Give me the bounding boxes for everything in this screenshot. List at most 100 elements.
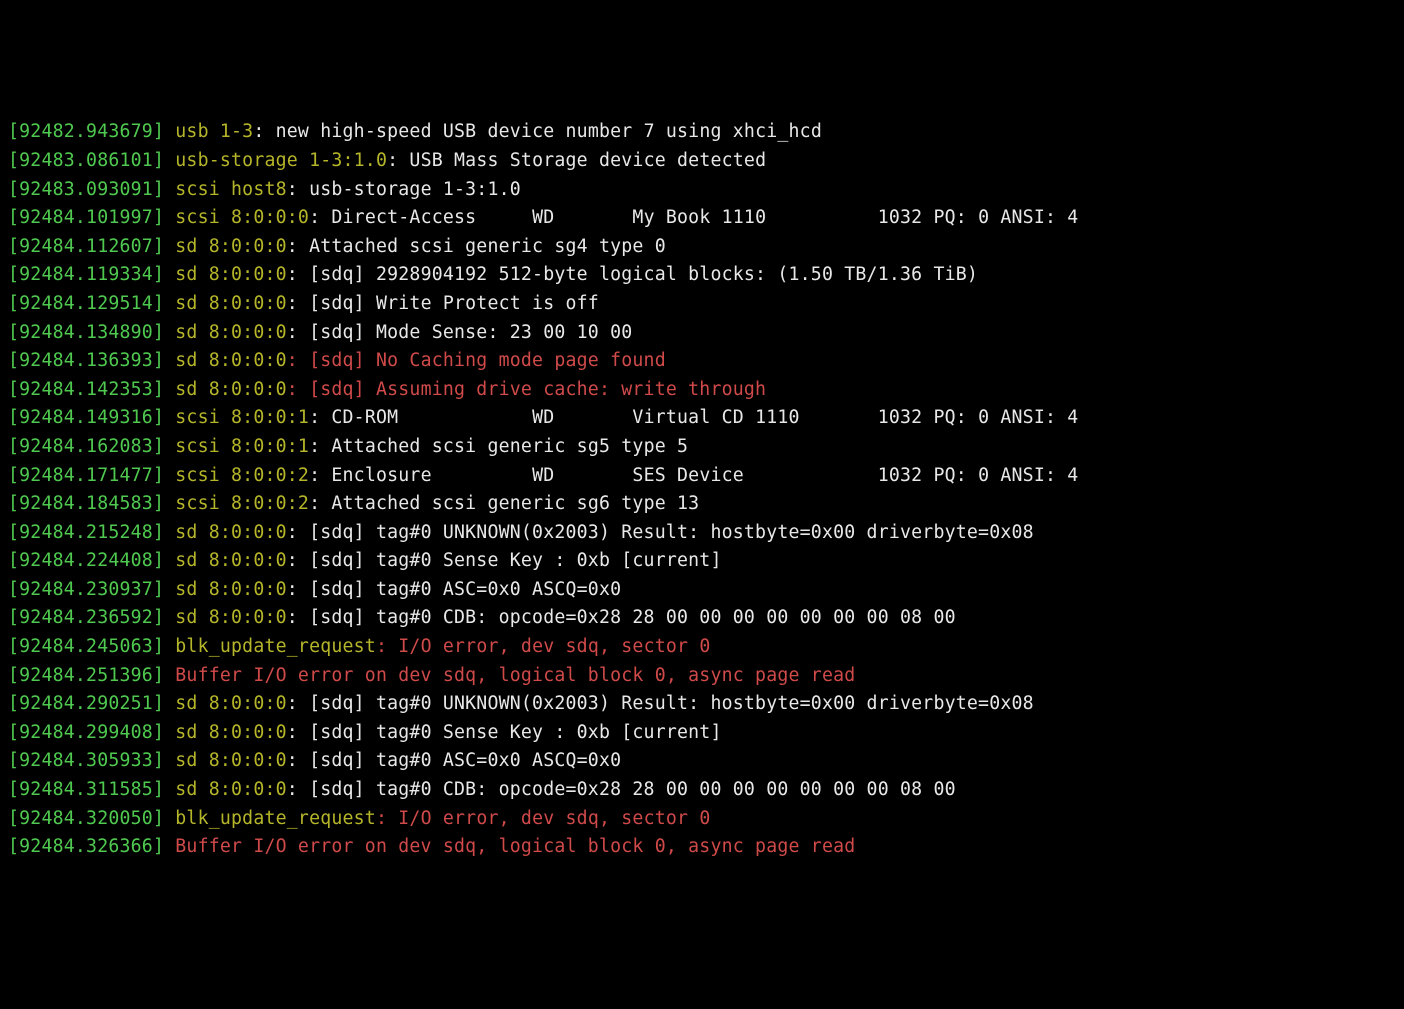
log-line: [92484.245063] blk_update_request: I/O e…: [8, 633, 1396, 662]
log-timestamp: [92484.305933]: [8, 750, 164, 771]
log-line: [92484.134890] sd 8:0:0:0: [sdq] Mode Se…: [8, 319, 1396, 348]
log-timestamp: [92484.326366]: [8, 836, 164, 857]
log-message: : Direct-Access WD My Book 1110 1032 PQ:…: [309, 207, 1078, 228]
log-message: : I/O error, dev sdq, sector 0: [376, 636, 711, 657]
log-line: [92484.299408] sd 8:0:0:0: [sdq] tag#0 S…: [8, 719, 1396, 748]
log-message: : [sdq] tag#0 CDB: opcode=0x28 28 00 00 …: [287, 607, 956, 628]
log-message: : [sdq] tag#0 Sense Key : 0xb [current]: [287, 550, 733, 571]
log-timestamp: [92484.236592]: [8, 607, 164, 628]
log-line: [92484.162083] scsi 8:0:0:1: Attached sc…: [8, 433, 1396, 462]
log-timestamp: [92484.184583]: [8, 493, 164, 514]
log-message: : usb-storage 1-3:1.0: [287, 179, 521, 200]
log-source: blk_update_request: [175, 808, 376, 829]
log-line: [92484.101997] scsi 8:0:0:0: Direct-Acce…: [8, 204, 1396, 233]
log-message: : Enclosure WD SES Device 1032 PQ: 0 ANS…: [309, 465, 1078, 486]
log-timestamp: [92484.171477]: [8, 465, 164, 486]
log-timestamp: [92482.943679]: [8, 121, 164, 142]
log-source: scsi 8:0:0:1: [175, 436, 309, 457]
log-line: [92484.171477] scsi 8:0:0:2: Enclosure W…: [8, 462, 1396, 491]
log-message: : USB Mass Storage device detected: [387, 150, 766, 171]
log-message: : [sdq] Assuming drive cache: write thro…: [287, 379, 766, 400]
log-timestamp: [92484.136393]: [8, 350, 164, 371]
log-message: Buffer I/O error on dev sdq, logical blo…: [175, 665, 855, 686]
log-source: sd 8:0:0:0: [175, 579, 287, 600]
log-line: [92484.311585] sd 8:0:0:0: [sdq] tag#0 C…: [8, 776, 1396, 805]
log-message: : CD-ROM WD Virtual CD 1110 1032 PQ: 0 A…: [309, 407, 1078, 428]
log-line: [92483.093091] scsi host8: usb-storage 1…: [8, 176, 1396, 205]
log-timestamp: [92484.290251]: [8, 693, 164, 714]
log-source: scsi 8:0:0:1: [175, 407, 309, 428]
log-source: sd 8:0:0:0: [175, 350, 287, 371]
log-source: sd 8:0:0:0: [175, 607, 287, 628]
log-source: usb 1-3: [175, 121, 253, 142]
log-source: sd 8:0:0:0: [175, 236, 287, 257]
log-timestamp: [92483.086101]: [8, 150, 164, 171]
log-timestamp: [92484.311585]: [8, 779, 164, 800]
log-timestamp: [92484.224408]: [8, 550, 164, 571]
log-source: scsi 8:0:0:2: [175, 493, 309, 514]
log-timestamp: [92484.142353]: [8, 379, 164, 400]
log-source: scsi host8: [175, 179, 287, 200]
log-message: : new high-speed USB device number 7 usi…: [253, 121, 822, 142]
log-timestamp: [92484.101997]: [8, 207, 164, 228]
log-timestamp: [92484.162083]: [8, 436, 164, 457]
log-source: sd 8:0:0:0: [175, 722, 287, 743]
log-message: : [sdq] tag#0 Sense Key : 0xb [current]: [287, 722, 733, 743]
log-line: [92484.129514] sd 8:0:0:0: [sdq] Write P…: [8, 290, 1396, 319]
log-line: [92484.184583] scsi 8:0:0:2: Attached sc…: [8, 490, 1396, 519]
log-message: : [sdq] tag#0 ASC=0x0 ASCQ=0x0: [287, 750, 622, 771]
log-timestamp: [92484.134890]: [8, 322, 164, 343]
log-source: usb-storage 1-3:1.0: [175, 150, 387, 171]
log-source: sd 8:0:0:0: [175, 322, 287, 343]
log-line: [92484.320050] blk_update_request: I/O e…: [8, 805, 1396, 834]
log-timestamp: [92484.251396]: [8, 665, 164, 686]
log-line: [92484.305933] sd 8:0:0:0: [sdq] tag#0 A…: [8, 747, 1396, 776]
log-message: : [sdq] tag#0 UNKNOWN(0x2003) Result: ho…: [287, 693, 1034, 714]
dmesg-log: [92482.943679] usb 1-3: new high-speed U…: [8, 118, 1396, 861]
log-line: [92484.142353] sd 8:0:0:0: [sdq] Assumin…: [8, 376, 1396, 405]
log-timestamp: [92484.215248]: [8, 522, 164, 543]
log-source: scsi 8:0:0:2: [175, 465, 309, 486]
log-source: blk_update_request: [175, 636, 376, 657]
log-timestamp: [92484.245063]: [8, 636, 164, 657]
log-line: [92484.230937] sd 8:0:0:0: [sdq] tag#0 A…: [8, 576, 1396, 605]
log-message: : [sdq] tag#0 CDB: opcode=0x28 28 00 00 …: [287, 779, 956, 800]
log-message: Buffer I/O error on dev sdq, logical blo…: [175, 836, 855, 857]
log-source: sd 8:0:0:0: [175, 750, 287, 771]
log-line: [92484.251396] Buffer I/O error on dev s…: [8, 662, 1396, 691]
log-line: [92484.215248] sd 8:0:0:0: [sdq] tag#0 U…: [8, 519, 1396, 548]
log-line: [92484.136393] sd 8:0:0:0: [sdq] No Cach…: [8, 347, 1396, 376]
log-timestamp: [92484.129514]: [8, 293, 164, 314]
log-timestamp: [92483.093091]: [8, 179, 164, 200]
log-message: : [sdq] Write Protect is off: [287, 293, 599, 314]
log-message: : Attached scsi generic sg6 type 13: [309, 493, 699, 514]
log-source: sd 8:0:0:0: [175, 264, 287, 285]
log-message: : [sdq] tag#0 UNKNOWN(0x2003) Result: ho…: [287, 522, 1034, 543]
log-source: sd 8:0:0:0: [175, 693, 287, 714]
log-source: sd 8:0:0:0: [175, 293, 287, 314]
log-source: sd 8:0:0:0: [175, 550, 287, 571]
log-message: : Attached scsi generic sg5 type 5: [309, 436, 688, 457]
log-timestamp: [92484.230937]: [8, 579, 164, 600]
log-timestamp: [92484.149316]: [8, 407, 164, 428]
log-source: sd 8:0:0:0: [175, 779, 287, 800]
log-line: [92484.112607] sd 8:0:0:0: Attached scsi…: [8, 233, 1396, 262]
log-message: : [sdq] tag#0 ASC=0x0 ASCQ=0x0: [287, 579, 622, 600]
log-line: [92484.224408] sd 8:0:0:0: [sdq] tag#0 S…: [8, 547, 1396, 576]
log-source: sd 8:0:0:0: [175, 522, 287, 543]
log-timestamp: [92484.112607]: [8, 236, 164, 257]
log-timestamp: [92484.299408]: [8, 722, 164, 743]
log-message: : [sdq] No Caching mode page found: [287, 350, 666, 371]
log-line: [92482.943679] usb 1-3: new high-speed U…: [8, 118, 1396, 147]
log-message: : Attached scsi generic sg4 type 0: [287, 236, 666, 257]
log-line: [92484.236592] sd 8:0:0:0: [sdq] tag#0 C…: [8, 604, 1396, 633]
log-timestamp: [92484.320050]: [8, 808, 164, 829]
log-message: : I/O error, dev sdq, sector 0: [376, 808, 711, 829]
log-source: scsi 8:0:0:0: [175, 207, 309, 228]
log-line: [92484.149316] scsi 8:0:0:1: CD-ROM WD V…: [8, 404, 1396, 433]
log-message: : [sdq] Mode Sense: 23 00 10 00: [287, 322, 633, 343]
log-line: [92484.290251] sd 8:0:0:0: [sdq] tag#0 U…: [8, 690, 1396, 719]
log-line: [92483.086101] usb-storage 1-3:1.0: USB …: [8, 147, 1396, 176]
log-line: [92484.119334] sd 8:0:0:0: [sdq] 2928904…: [8, 261, 1396, 290]
log-timestamp: [92484.119334]: [8, 264, 164, 285]
